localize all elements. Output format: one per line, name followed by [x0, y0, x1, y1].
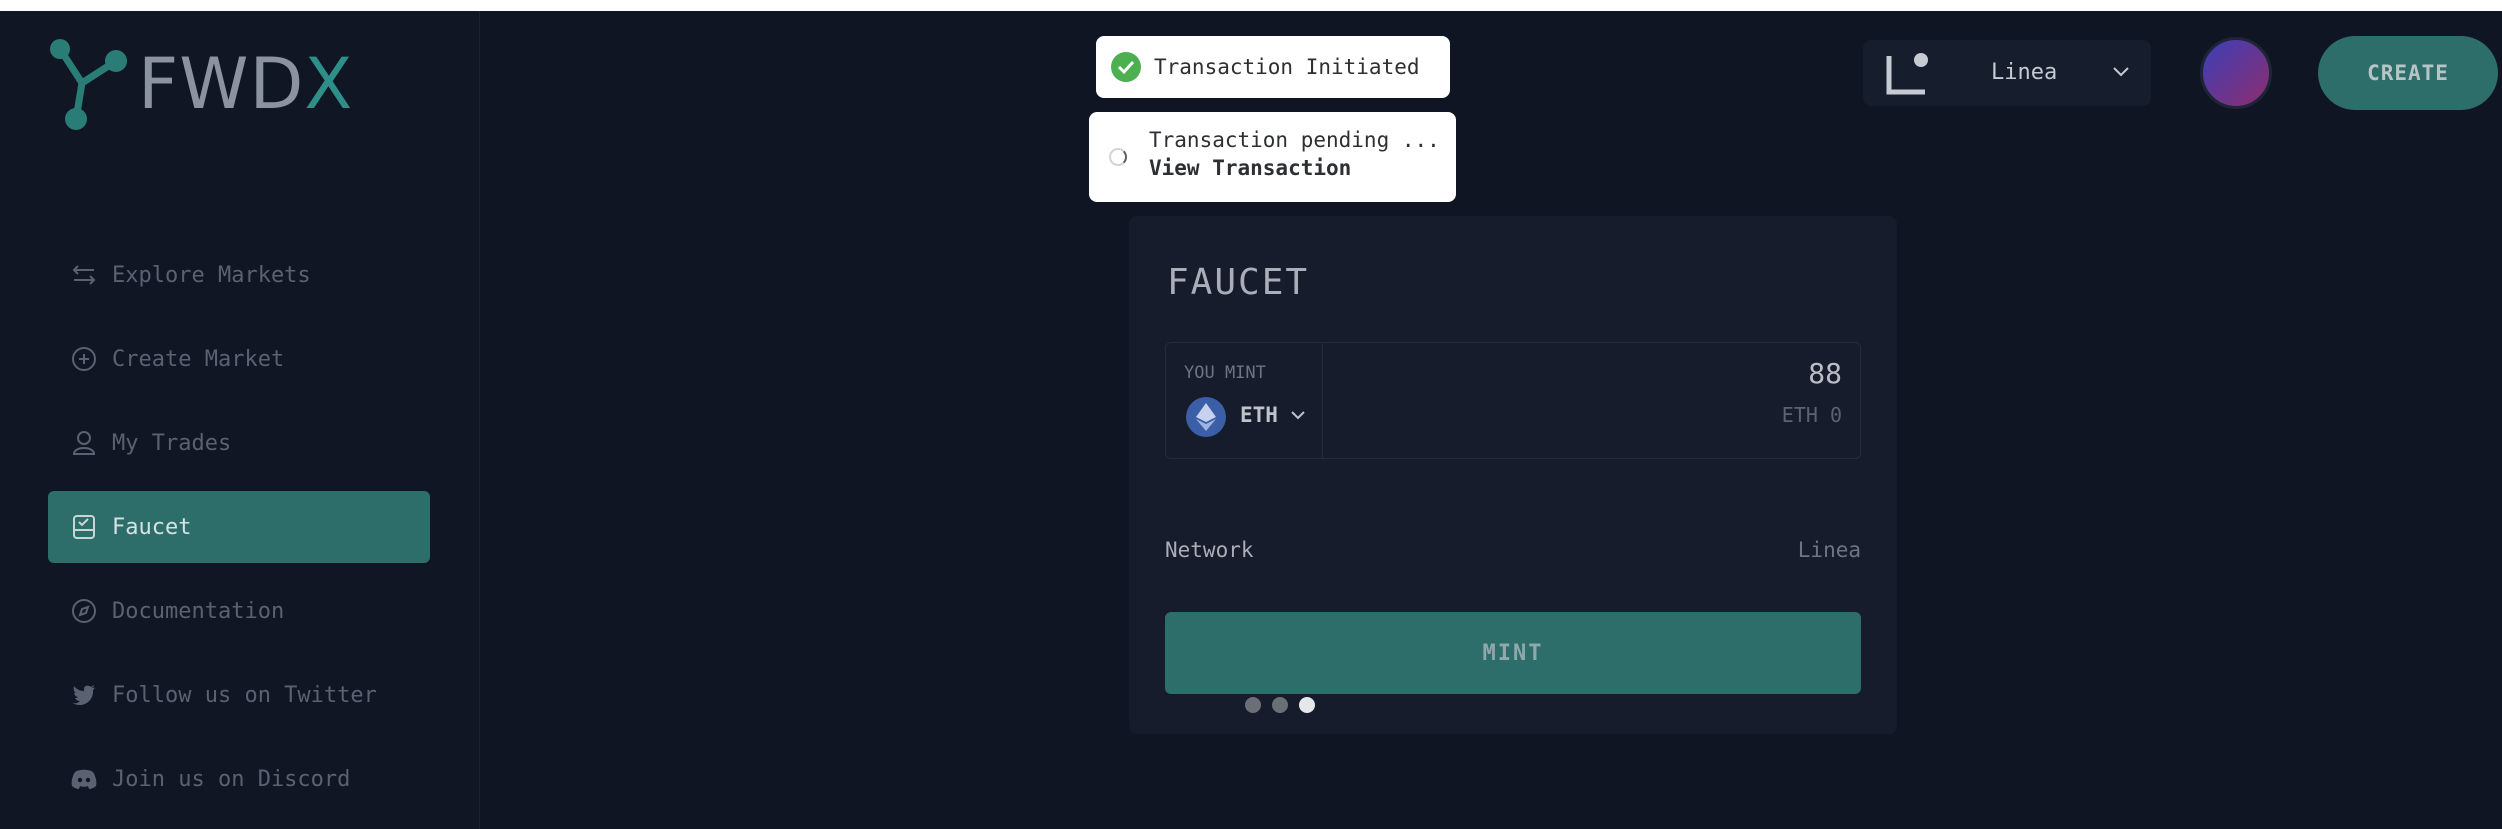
mint-button[interactable]: MINT [1165, 612, 1861, 694]
sidebar-item-label: My Trades [112, 430, 232, 456]
sidebar-item-label: Follow us on Twitter [112, 682, 377, 708]
logo[interactable]: FWDX [46, 35, 353, 133]
sidebar-item-label: Create Market [112, 346, 285, 372]
discord-icon [70, 765, 98, 793]
create-button[interactable]: CREATE [2318, 36, 2498, 110]
faucet-card: FAUCET YOU MINT ETH 88 ETH 0 Network Lin… [1129, 216, 1897, 734]
user-icon [70, 429, 98, 457]
faucet-icon [70, 513, 98, 541]
carousel-dot [1299, 697, 1315, 713]
check-circle-icon [1111, 52, 1141, 82]
brand-name: FWDX [138, 43, 354, 125]
toast-transaction-initiated: Transaction Initiated [1096, 36, 1450, 98]
ethereum-icon [1186, 397, 1226, 437]
chevron-down-icon[interactable] [1290, 407, 1306, 423]
sidebar-item-documentation[interactable]: Documentation [48, 575, 430, 647]
compass-icon [70, 597, 98, 625]
token-selector-panel: YOU MINT ETH [1166, 343, 1323, 458]
molecule-logo-icon [50, 39, 127, 130]
toast-message: Transaction pending ... [1149, 128, 1440, 152]
sidebar-item-twitter[interactable]: Follow us on Twitter [48, 659, 430, 731]
view-transaction-link[interactable]: View Transaction [1149, 156, 1456, 180]
top-strip [0, 0, 2502, 11]
network-row: Network Linea [1165, 538, 1861, 562]
sidebar-item-label: Join us on Discord [112, 766, 351, 792]
sidebar-item-create-market[interactable]: Create Market [48, 323, 430, 395]
arrows-swap-icon [70, 261, 98, 289]
balance-text: ETH 0 [1781, 403, 1842, 427]
spinner-icon [1109, 148, 1127, 166]
sidebar-item-faucet[interactable]: Faucet [48, 491, 430, 563]
network-label: Network [1165, 538, 1254, 562]
carousel-dot [1245, 697, 1261, 713]
sidebar-item-label: Explore Markets [112, 262, 311, 288]
sidebar-item-my-trades[interactable]: My Trades [48, 407, 430, 479]
network-selector[interactable]: Linea [1863, 40, 2151, 106]
sidebar: FWDX Explore Markets Create Market My Tr… [0, 11, 480, 829]
plus-circle-icon [70, 345, 98, 373]
amount-input[interactable]: 88 [1808, 357, 1842, 390]
sidebar-item-explore-markets[interactable]: Explore Markets [48, 239, 430, 311]
avatar[interactable] [2200, 37, 2272, 109]
network-label: Linea [1991, 60, 2058, 85]
network-value: Linea [1797, 538, 1861, 562]
page-title: FAUCET [1167, 262, 1310, 303]
token-selector[interactable]: ETH [1240, 403, 1278, 427]
sidebar-item-label: Documentation [112, 598, 285, 624]
loading-dots [1245, 697, 1326, 713]
toast-transaction-pending: Transaction pending ... View Transaction [1089, 112, 1456, 202]
chevron-down-icon [2113, 67, 2129, 77]
carousel-dot [1272, 697, 1288, 713]
sidebar-nav: Explore Markets Create Market My Trades … [48, 239, 430, 827]
twitter-icon [70, 681, 98, 709]
sidebar-item-label: Faucet [112, 514, 192, 540]
you-mint-label: YOU MINT [1184, 363, 1266, 383]
mint-input-box: YOU MINT ETH 88 ETH 0 [1165, 342, 1861, 459]
linea-logo-icon [1886, 53, 1928, 95]
toast-message: Transaction Initiated [1154, 55, 1420, 79]
sidebar-item-discord[interactable]: Join us on Discord [48, 743, 430, 815]
